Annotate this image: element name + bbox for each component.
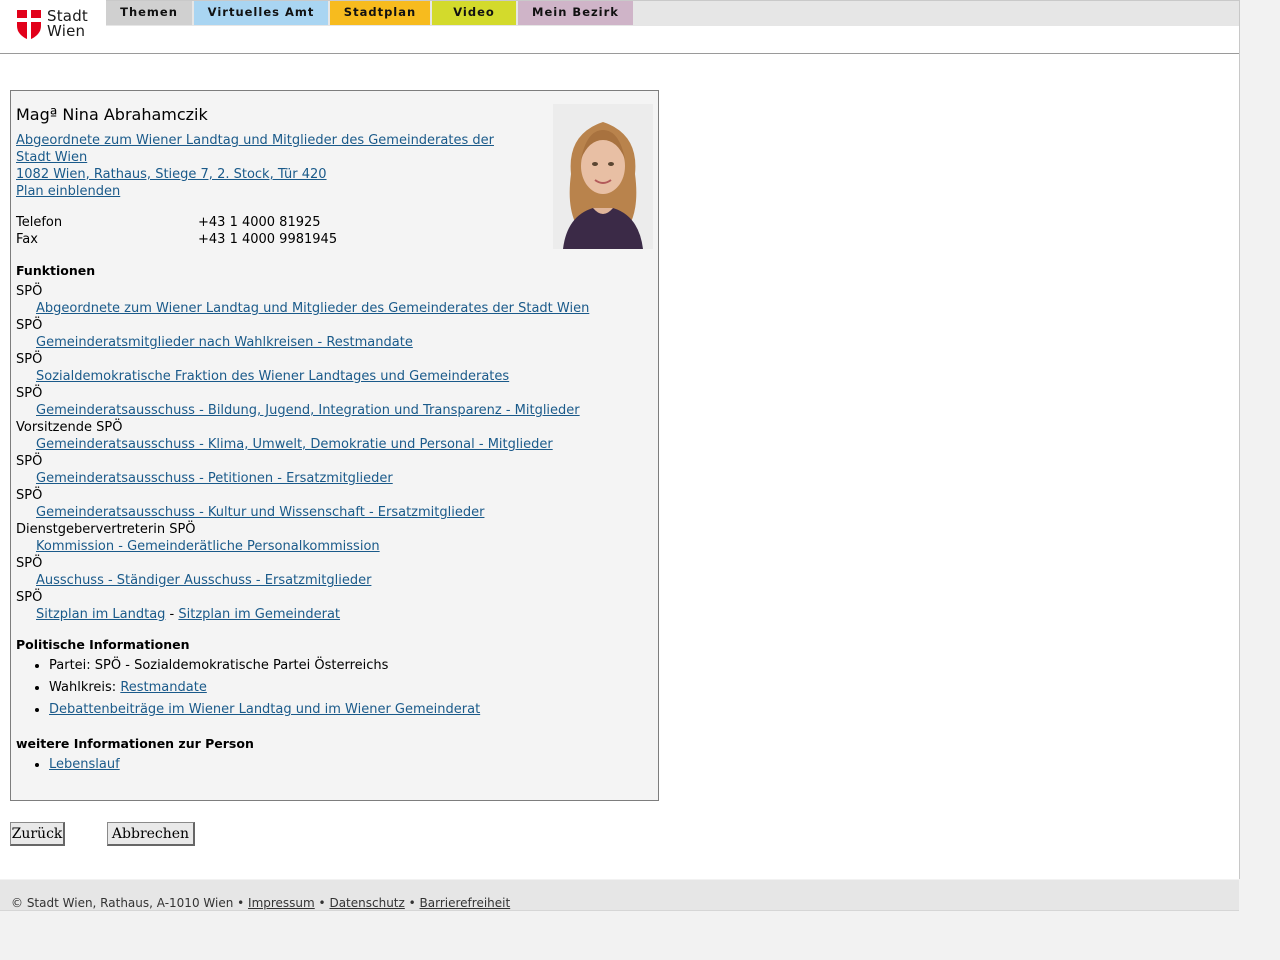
sitzplan-landtag-link[interactable]: Sitzplan im Landtag: [36, 607, 165, 622]
site-header: Stadt Wien Themen Virtuelles Amt Stadtpl…: [0, 0, 1239, 54]
datenschutz-link[interactable]: Datenschutz: [329, 896, 404, 910]
tab-stadtplan[interactable]: Stadtplan: [330, 1, 430, 25]
page: Stadt Wien Themen Virtuelles Amt Stadtpl…: [0, 0, 1240, 911]
logo-text-line2: Wien: [47, 22, 86, 40]
role-link-line2[interactable]: Stadt Wien: [16, 150, 87, 165]
function-party: SPÖ: [16, 386, 43, 401]
funktionen-heading: Funktionen: [16, 263, 96, 278]
function-party: Vorsitzende SPÖ: [16, 420, 123, 435]
politische-informationen-list: Partei: SPÖ - Sozialdemokratische Partei…: [16, 657, 480, 723]
list-item: Debattenbeiträge im Wiener Landtag und i…: [49, 701, 480, 723]
footer-separator: •: [314, 896, 330, 910]
debatten-link[interactable]: Debattenbeiträge im Wiener Landtag und i…: [49, 702, 480, 717]
role-link-line1[interactable]: Abgeordnete zum Wiener Landtag und Mitgl…: [16, 133, 494, 148]
function-link[interactable]: Gemeinderatsausschuss - Petitionen - Ers…: [36, 471, 393, 486]
politische-informationen-heading: Politische Informationen: [16, 637, 190, 652]
fax-label: Fax: [16, 232, 38, 247]
weitere-informationen-heading: weitere Informationen zur Person: [16, 736, 254, 751]
person-name: Magª Nina Abrahamczik: [16, 105, 208, 124]
function-link[interactable]: Kommission - Gemeinderätliche Personalko…: [36, 539, 380, 554]
sitzplan-gemeinderat-link[interactable]: Sitzplan im Gemeinderat: [178, 607, 340, 622]
list-item: Partei: SPÖ - Sozialdemokratische Partei…: [49, 657, 480, 679]
tab-video[interactable]: Video: [432, 1, 516, 25]
cancel-button[interactable]: Abbrechen: [107, 822, 195, 846]
person-photo: [553, 104, 653, 249]
phone-label: Telefon: [16, 215, 63, 230]
function-party: SPÖ: [16, 454, 43, 469]
list-item: Wahlkreis: Restmandate: [49, 679, 480, 701]
wien-shield-icon: [17, 10, 41, 40]
weitere-informationen-list: Lebenslauf: [16, 756, 120, 773]
function-party: SPÖ: [16, 556, 43, 571]
function-link[interactable]: Gemeinderatsausschuss - Kultur und Wisse…: [36, 505, 484, 520]
wahlkreis-label: Wahlkreis:: [49, 680, 121, 695]
impressum-link[interactable]: Impressum: [248, 896, 315, 910]
footer-separator: •: [233, 896, 249, 910]
barrierefreiheit-link[interactable]: Barrierefreiheit: [420, 896, 511, 910]
tab-themen[interactable]: Themen: [106, 1, 192, 25]
sitzplan-row: Sitzplan im Landtag - Sitzplan im Gemein…: [36, 607, 340, 622]
function-party: SPÖ: [16, 284, 43, 299]
list-item: Lebenslauf: [49, 756, 120, 773]
person-card: Magª Nina Abrahamczik Abgeordnete zum Wi…: [10, 90, 659, 801]
footer-text: © Stadt Wien, Rathaus, A-1010 Wien • Imp…: [11, 896, 510, 910]
site-footer: © Stadt Wien, Rathaus, A-1010 Wien • Imp…: [0, 880, 1239, 911]
function-link[interactable]: Sozialdemokratische Fraktion des Wiener …: [36, 369, 509, 384]
fax-value: +43 1 4000 9981945: [198, 232, 338, 247]
tab-virtuelles-amt[interactable]: Virtuelles Amt: [194, 1, 328, 25]
phone-value: +43 1 4000 81925: [198, 215, 321, 230]
function-link[interactable]: Gemeinderatsausschuss - Klima, Umwelt, D…: [36, 437, 553, 452]
copyright-text: © Stadt Wien, Rathaus, A-1010 Wien: [11, 896, 234, 910]
sitzplan-separator: -: [165, 607, 179, 622]
footer-separator: •: [404, 896, 420, 910]
lebenslauf-link[interactable]: Lebenslauf: [49, 757, 120, 772]
address-link[interactable]: 1082 Wien, Rathaus, Stiege 7, 2. Stock, …: [16, 167, 327, 182]
function-party: SPÖ: [16, 590, 43, 605]
back-button[interactable]: Zurück: [10, 822, 65, 846]
function-party: Dienstgebervertreterin SPÖ: [16, 522, 196, 537]
function-party: SPÖ: [16, 352, 43, 367]
partei-text: Partei: SPÖ - Sozialdemokratische Partei…: [49, 658, 389, 673]
function-party: SPÖ: [16, 318, 43, 333]
function-link[interactable]: Gemeinderatsausschuss - Bildung, Jugend,…: [36, 403, 580, 418]
plan-einblenden-link[interactable]: Plan einblenden: [16, 184, 120, 199]
function-party: SPÖ: [16, 488, 43, 503]
function-link[interactable]: Abgeordnete zum Wiener Landtag und Mitgl…: [36, 301, 589, 316]
wahlkreis-link[interactable]: Restmandate: [120, 680, 207, 695]
tab-mein-bezirk[interactable]: Mein Bezirk: [518, 1, 633, 25]
function-link[interactable]: Ausschuss - Ständiger Ausschuss - Ersatz…: [36, 573, 371, 588]
function-link[interactable]: Gemeinderatsmitglieder nach Wahlkreisen …: [36, 335, 413, 350]
